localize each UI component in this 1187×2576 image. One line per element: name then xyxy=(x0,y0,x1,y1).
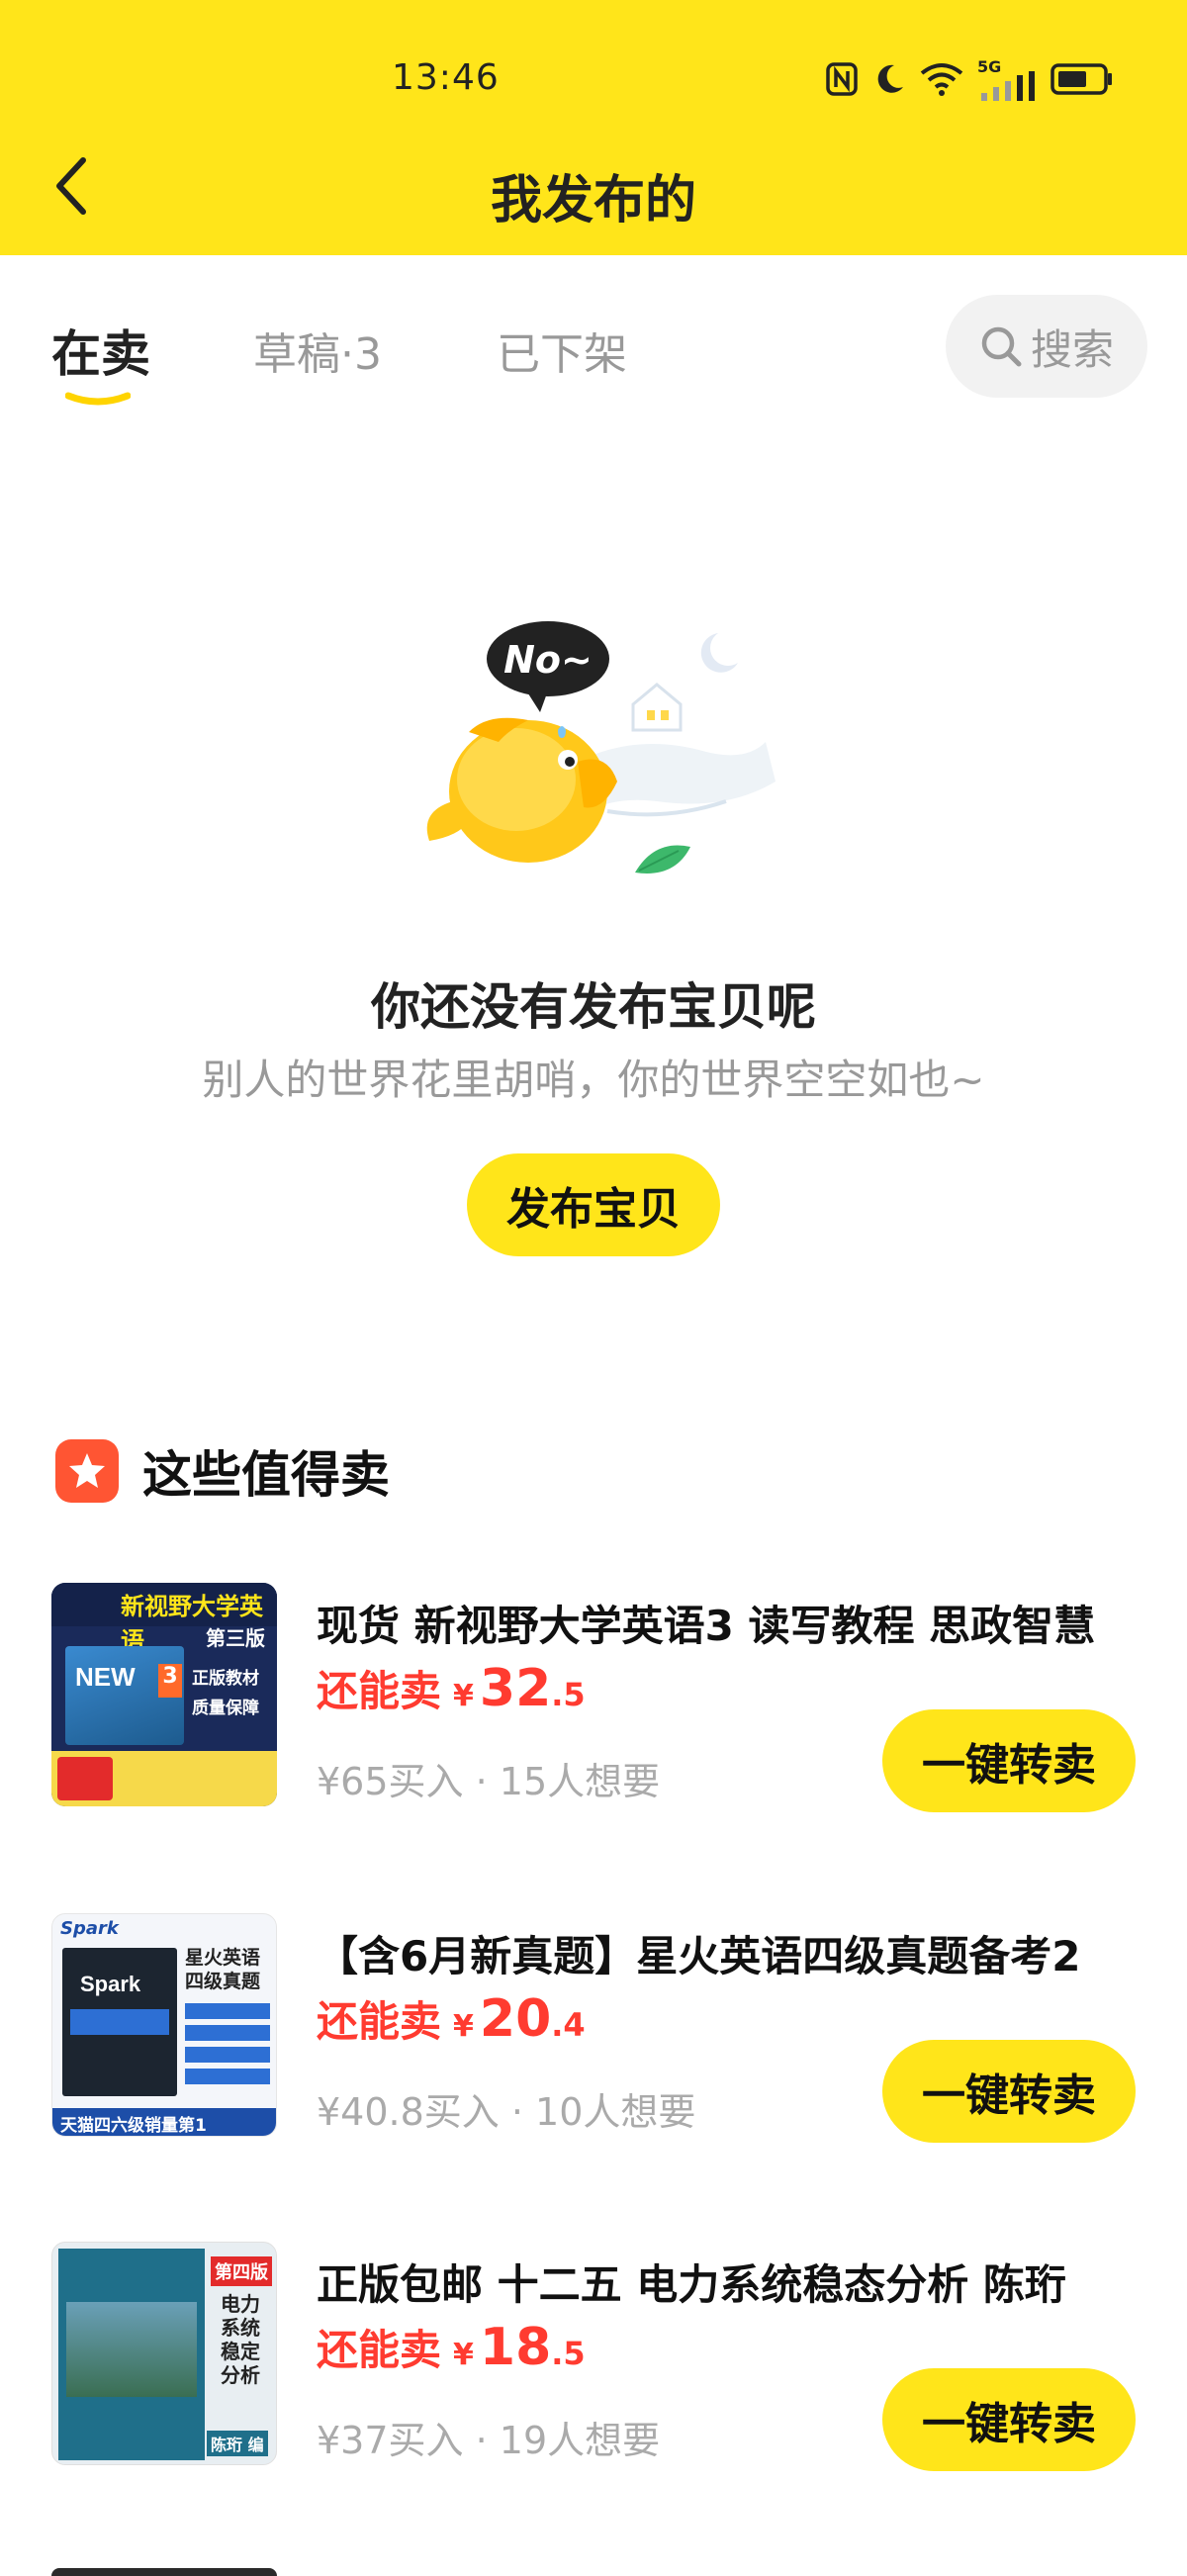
product-meta: ¥40.8买入 · 10人想要 xyxy=(317,2090,696,2134)
thumb-title: 电力系统稳定分析 xyxy=(221,2292,260,2387)
tab-active-indicator xyxy=(65,392,131,406)
status-icons: 5G xyxy=(825,57,1114,101)
thumb-bottom: 天猫四六级销量第1 xyxy=(60,2116,207,2136)
tab-bar: 在卖 草稿·3 已下架 搜索 xyxy=(0,255,1187,406)
page-title: 我发布的 xyxy=(490,171,696,230)
price-decimal: .5 xyxy=(551,2335,586,2372)
app-header: 13:46 5G 我发布的 xyxy=(0,0,1187,255)
thumb-title: 星火英语 四级真题 xyxy=(185,1947,261,1992)
price-currency: ¥ xyxy=(453,1679,474,1713)
thumb-badge-1: 正版教材 xyxy=(192,1669,259,1689)
one-click-resell-button[interactable]: 一键转卖 xyxy=(882,1709,1136,1812)
wifi-icon xyxy=(920,63,963,96)
search-button[interactable]: 搜索 xyxy=(946,295,1147,398)
product-card[interactable]: 第四版 电力系统稳定分析 陈珩 编 正版包邮 十二五 电力系统稳态分析 陈珩 还… xyxy=(0,2242,1187,2475)
product-thumbnail[interactable]: Spark Spark 星火英语 四级真题 天猫四六级销量第1 xyxy=(51,1913,277,2137)
price-label: 还能卖 xyxy=(317,1997,442,2046)
price-decimal: .4 xyxy=(551,2006,586,2044)
price-integer: 20 xyxy=(479,1989,552,2049)
one-click-resell-button[interactable]: 一键转卖 xyxy=(882,2368,1136,2471)
thumb-edition: 第三版 xyxy=(206,1626,265,1650)
product-card[interactable]: 新视野大学英语 第三版 NEW 3 正版教材 质量保障 现货 新视野大学英语3 … xyxy=(0,1583,1187,1816)
product-title: 现货 新视野大学英语3 读写教程 思政智慧 xyxy=(317,1602,1096,1650)
section-title: 这些值得卖 xyxy=(142,1446,390,1504)
price-integer: 32 xyxy=(479,1659,552,1718)
search-icon xyxy=(981,326,1022,367)
search-label: 搜索 xyxy=(1030,324,1114,374)
product-meta: ¥37买入 · 19人想要 xyxy=(317,2419,661,2462)
tab-drafts[interactable]: 草稿·3 xyxy=(253,319,382,382)
publish-button[interactable]: 发布宝贝 xyxy=(467,1153,720,1256)
empty-state-title: 你还没有发布宝贝呢 xyxy=(371,978,816,1036)
product-thumbnail[interactable]: 新视野大学英语 第三版 NEW 3 正版教材 质量保障 xyxy=(51,1583,277,1806)
product-price: 还能卖 ¥ 18 .5 xyxy=(317,2317,586,2377)
thumb-brand: Spark xyxy=(60,1918,119,1939)
next-product-peek xyxy=(51,2568,277,2576)
product-title: 正版包邮 十二五 电力系统稳态分析 陈珩 xyxy=(317,2260,1066,2309)
empty-state-illustration: No~ xyxy=(410,613,785,900)
product-price: 还能卖 ¥ 32 .5 xyxy=(317,1658,586,1718)
thumb-author: 陈珩 编 xyxy=(207,2431,268,2456)
price-integer: 18 xyxy=(479,2318,552,2377)
battery-icon xyxy=(1050,63,1112,95)
price-label: 还能卖 xyxy=(317,1667,442,1715)
product-thumbnail[interactable]: 第四版 电力系统稳定分析 陈珩 编 xyxy=(51,2242,277,2465)
section-header: 这些值得卖 xyxy=(55,1438,390,1504)
product-title: 【含6月新真题】星火英语四级真题备考2 xyxy=(317,1932,1081,1980)
star-badge-icon xyxy=(55,1439,119,1503)
nfc-icon xyxy=(826,62,858,96)
moon-icon xyxy=(877,64,903,93)
tab-delisted[interactable]: 已下架 xyxy=(497,319,627,382)
product-meta: ¥65买入 · 15人想要 xyxy=(317,1760,661,1803)
price-currency: ¥ xyxy=(453,2338,474,2372)
signal-5g-icon: 5G xyxy=(977,57,1037,101)
price-decimal: .5 xyxy=(551,1676,586,1713)
empty-state-subtitle: 别人的世界花里胡哨，你的世界空空如也~ xyxy=(202,1056,985,1104)
one-click-resell-button[interactable]: 一键转卖 xyxy=(882,2040,1136,2143)
product-price: 还能卖 ¥ 20 .4 xyxy=(317,1988,586,2049)
status-time: 13:46 xyxy=(392,57,500,98)
price-currency: ¥ xyxy=(453,2009,474,2044)
product-card[interactable]: Spark Spark 星火英语 四级真题 天猫四六级销量第1 【含6月新真题】… xyxy=(0,1913,1187,2147)
tab-on-sale[interactable]: 在卖 xyxy=(51,315,150,386)
thumb-badge-2: 质量保障 xyxy=(192,1699,259,1718)
price-label: 还能卖 xyxy=(317,2326,442,2374)
bubble-text: No~ xyxy=(503,638,593,682)
thumb-edition: 第四版 xyxy=(211,2256,272,2286)
